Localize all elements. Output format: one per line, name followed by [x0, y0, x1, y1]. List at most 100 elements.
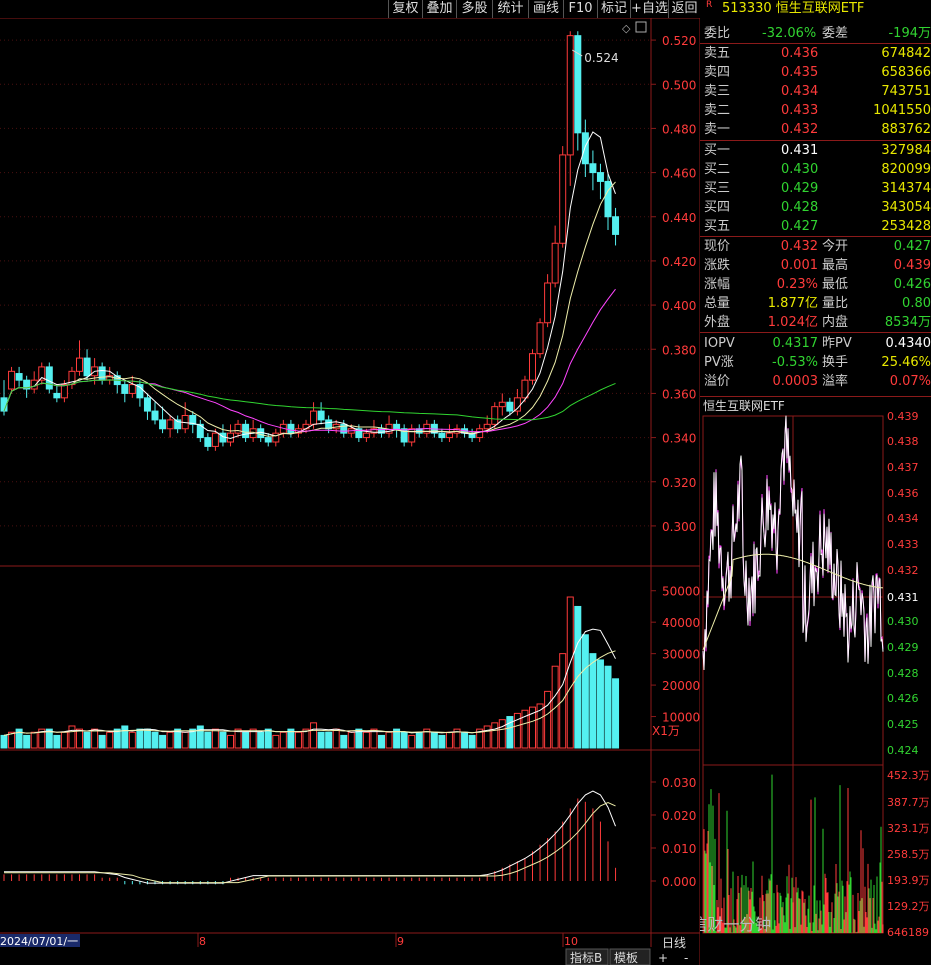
candle-body	[521, 379, 529, 399]
date-label: 10	[564, 935, 578, 948]
intraday-volume-label: 323.1万	[887, 822, 930, 835]
volume-bar	[438, 734, 446, 749]
intraday-price-label: 0.437	[887, 461, 919, 474]
volume-bar	[612, 678, 620, 749]
quote-name: 恒生互联网ETF	[775, 1, 865, 16]
volume-bar	[181, 731, 189, 749]
toolbar-btn-2[interactable]: 多股	[456, 0, 492, 18]
chart-toolbar: 复权 叠加 多股 统计 画线 F10 标记 +自选 返回	[0, 0, 700, 18]
high-price-label: 0.524	[584, 51, 618, 65]
candle-body	[491, 406, 499, 425]
toolbar-btn-4[interactable]: 画线	[528, 0, 563, 18]
volume-axis-label: 50000	[662, 585, 700, 599]
stat-row-4: 外盘 1.024亿 内盘 8534万	[700, 313, 931, 332]
bid-row-2-volume: 820099	[881, 162, 931, 177]
macd-axis-label: 0.030	[662, 776, 696, 790]
bid-row-3[interactable]: 买三 0.429 314374	[700, 179, 931, 198]
intraday-price-label: 0.436	[887, 487, 919, 500]
candle-body	[287, 423, 295, 434]
ask-row-2-label: 卖二	[704, 103, 731, 118]
intraday-price-label: 0.430	[887, 615, 919, 628]
quote-panel: R 513330 恒生互联网ETF 委比 -32.06% 委差 -194万 卖五…	[700, 0, 931, 400]
candle-body	[166, 419, 174, 430]
candle-body	[529, 353, 536, 381]
volume-bar	[264, 728, 272, 749]
candle-body	[581, 132, 589, 165]
bid-row-3-volume: 314374	[881, 181, 931, 196]
candle-body	[604, 180, 612, 218]
kline-chart[interactable]: 0.520 0.500 0.480 0.460 0.440 0.420 0.400 0.380…	[0, 18, 700, 965]
macd-axis-label: 0.020	[662, 809, 696, 823]
date-label: 9	[397, 935, 404, 948]
ask-row-5[interactable]: 卖五 0.436 674842	[700, 44, 931, 63]
intraday-volume-label: 193.9万	[887, 874, 930, 887]
ask-row-5-price: 0.436	[781, 46, 819, 61]
date-label: 2024/07/01/一	[0, 935, 78, 948]
candle-body	[204, 437, 212, 447]
intraday-price-label: 0.428	[887, 667, 919, 680]
volume-bar	[272, 734, 280, 749]
stat-value: 1.024亿	[767, 315, 818, 330]
candle-body	[596, 172, 604, 182]
ask-row-4[interactable]: 卖四 0.435 658366	[700, 63, 931, 82]
candle-body	[506, 401, 514, 412]
volume-bar	[68, 725, 76, 749]
divider	[700, 140, 931, 141]
price-axis-label: 0.420	[662, 255, 696, 269]
volume-bar	[340, 734, 348, 749]
stat-value: 0.23%	[776, 277, 818, 292]
volume-bar	[491, 722, 499, 749]
volume-bar	[317, 731, 325, 749]
candle-body	[45, 366, 53, 390]
toolbar-btn-6[interactable]: 标记	[597, 0, 630, 18]
stat-label: 量比	[822, 296, 849, 311]
bid-row-5[interactable]: 买五 0.427 253428	[700, 217, 931, 236]
ask-row-3[interactable]: 卖三 0.434 743751	[700, 82, 931, 101]
candle-body	[513, 397, 521, 412]
price-axis-label: 0.480	[662, 122, 696, 136]
window-icon	[635, 21, 647, 33]
bid-row-1-label: 买一	[704, 143, 731, 158]
tab-indicator: 指标B	[570, 950, 602, 965]
bid-row-2[interactable]: 买二 0.430 820099	[700, 160, 931, 179]
toolbar-btn-0[interactable]: 复权	[388, 0, 422, 18]
volume-bar	[76, 728, 83, 749]
ask-row-5-volume: 674842	[881, 46, 931, 61]
ask-row-1[interactable]: 卖一 0.432 883762	[700, 120, 931, 139]
volume-bar	[128, 731, 136, 749]
candle-body	[438, 432, 446, 439]
candle-body	[362, 432, 370, 439]
bid-row-5-label: 买五	[704, 219, 731, 234]
bid-row-4[interactable]: 买四 0.428 343054	[700, 198, 931, 217]
toolbar-btn-1[interactable]: 叠加	[422, 0, 456, 18]
toolbar-btn-8[interactable]: 返回	[668, 0, 700, 18]
intraday-title: 恒生互联网ETF	[703, 399, 785, 413]
volume-bar	[242, 731, 250, 749]
volume-bar	[498, 719, 506, 749]
volume-bar	[408, 734, 416, 749]
volume-bar	[151, 731, 159, 749]
intraday-chart[interactable]: 恒生互联网ETF 0.439 0.438 0.437 0.436 0.434 0.433 0.…	[700, 398, 931, 965]
ask-row-2[interactable]: 卖二 0.433 1041550	[700, 101, 931, 120]
volume-bar	[23, 734, 31, 749]
candle-body	[121, 384, 129, 394]
intraday-price-label: 0.425	[887, 718, 919, 731]
stat-value: 0.80	[902, 296, 931, 311]
candle-body	[264, 437, 272, 443]
stat-label: 换手	[822, 355, 849, 370]
volume-bar	[211, 728, 219, 749]
candle-body	[151, 410, 159, 421]
volume-axis-label: 20000	[662, 679, 700, 693]
quote-header: R 513330 恒生互联网ETF	[706, 0, 865, 18]
toolbar-btn-7[interactable]: +自选	[630, 0, 668, 18]
toolbar-btn-3[interactable]: 统计	[492, 0, 528, 18]
volume-bar	[483, 725, 491, 749]
toolbar-btn-5[interactable]: F10	[563, 0, 597, 18]
divider	[700, 236, 931, 237]
stat-value: 0.4340	[885, 336, 931, 351]
period-label: 日线	[662, 936, 686, 950]
candle-body	[536, 322, 544, 355]
bid-row-1[interactable]: 买一 0.431 327984	[700, 141, 931, 160]
stat-label: 现价	[704, 239, 731, 254]
bid-row-2-label: 买二	[704, 162, 731, 177]
